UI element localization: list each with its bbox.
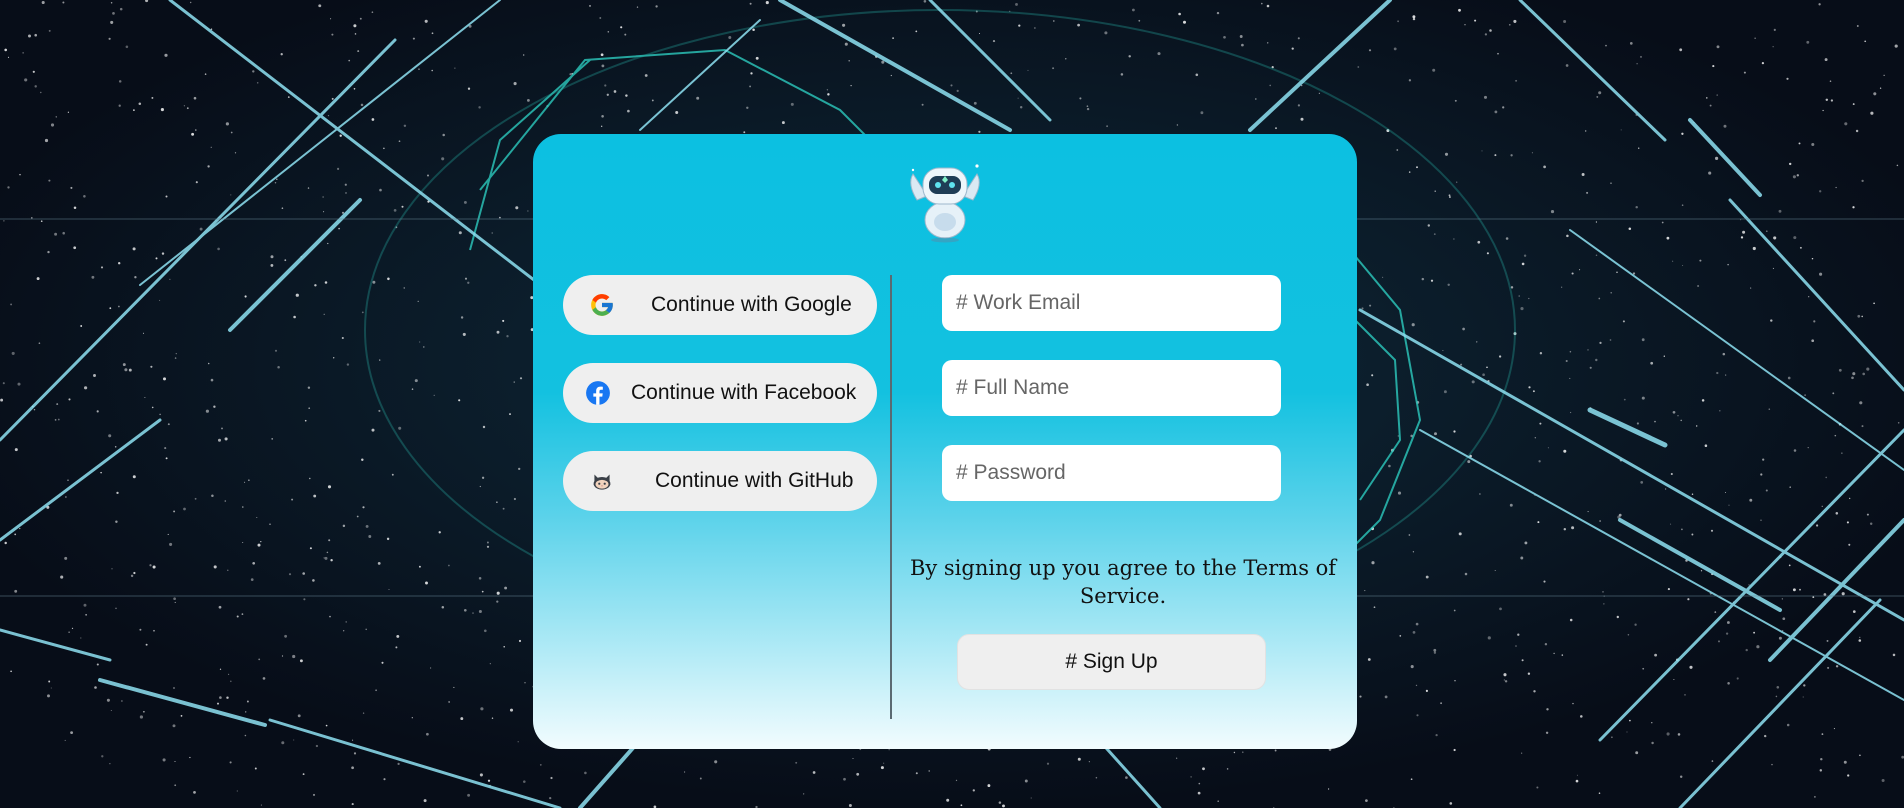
- facebook-button-label: Continue with Facebook: [631, 381, 857, 404]
- sign-up-button[interactable]: # Sign Up: [957, 634, 1266, 690]
- password-input[interactable]: [942, 445, 1281, 501]
- google-button-label: Continue with Google: [651, 293, 852, 316]
- work-email-input[interactable]: [942, 275, 1281, 331]
- facebook-icon: [586, 381, 610, 405]
- continue-with-google-button[interactable]: Continue with Google: [563, 275, 877, 335]
- section-divider: [890, 275, 892, 719]
- full-name-input[interactable]: [942, 360, 1281, 416]
- github-icon: [593, 474, 611, 490]
- robot-mascot-icon: [910, 164, 980, 243]
- terms-notice: By signing up you agree to the Terms of …: [909, 556, 1337, 608]
- continue-with-github-button[interactable]: Continue with GitHub: [563, 451, 877, 511]
- signup-card: Continue with Google Continue with Faceb…: [533, 134, 1357, 749]
- github-button-label: Continue with GitHub: [655, 469, 854, 492]
- google-icon: [591, 294, 613, 316]
- continue-with-facebook-button[interactable]: Continue with Facebook: [563, 363, 877, 423]
